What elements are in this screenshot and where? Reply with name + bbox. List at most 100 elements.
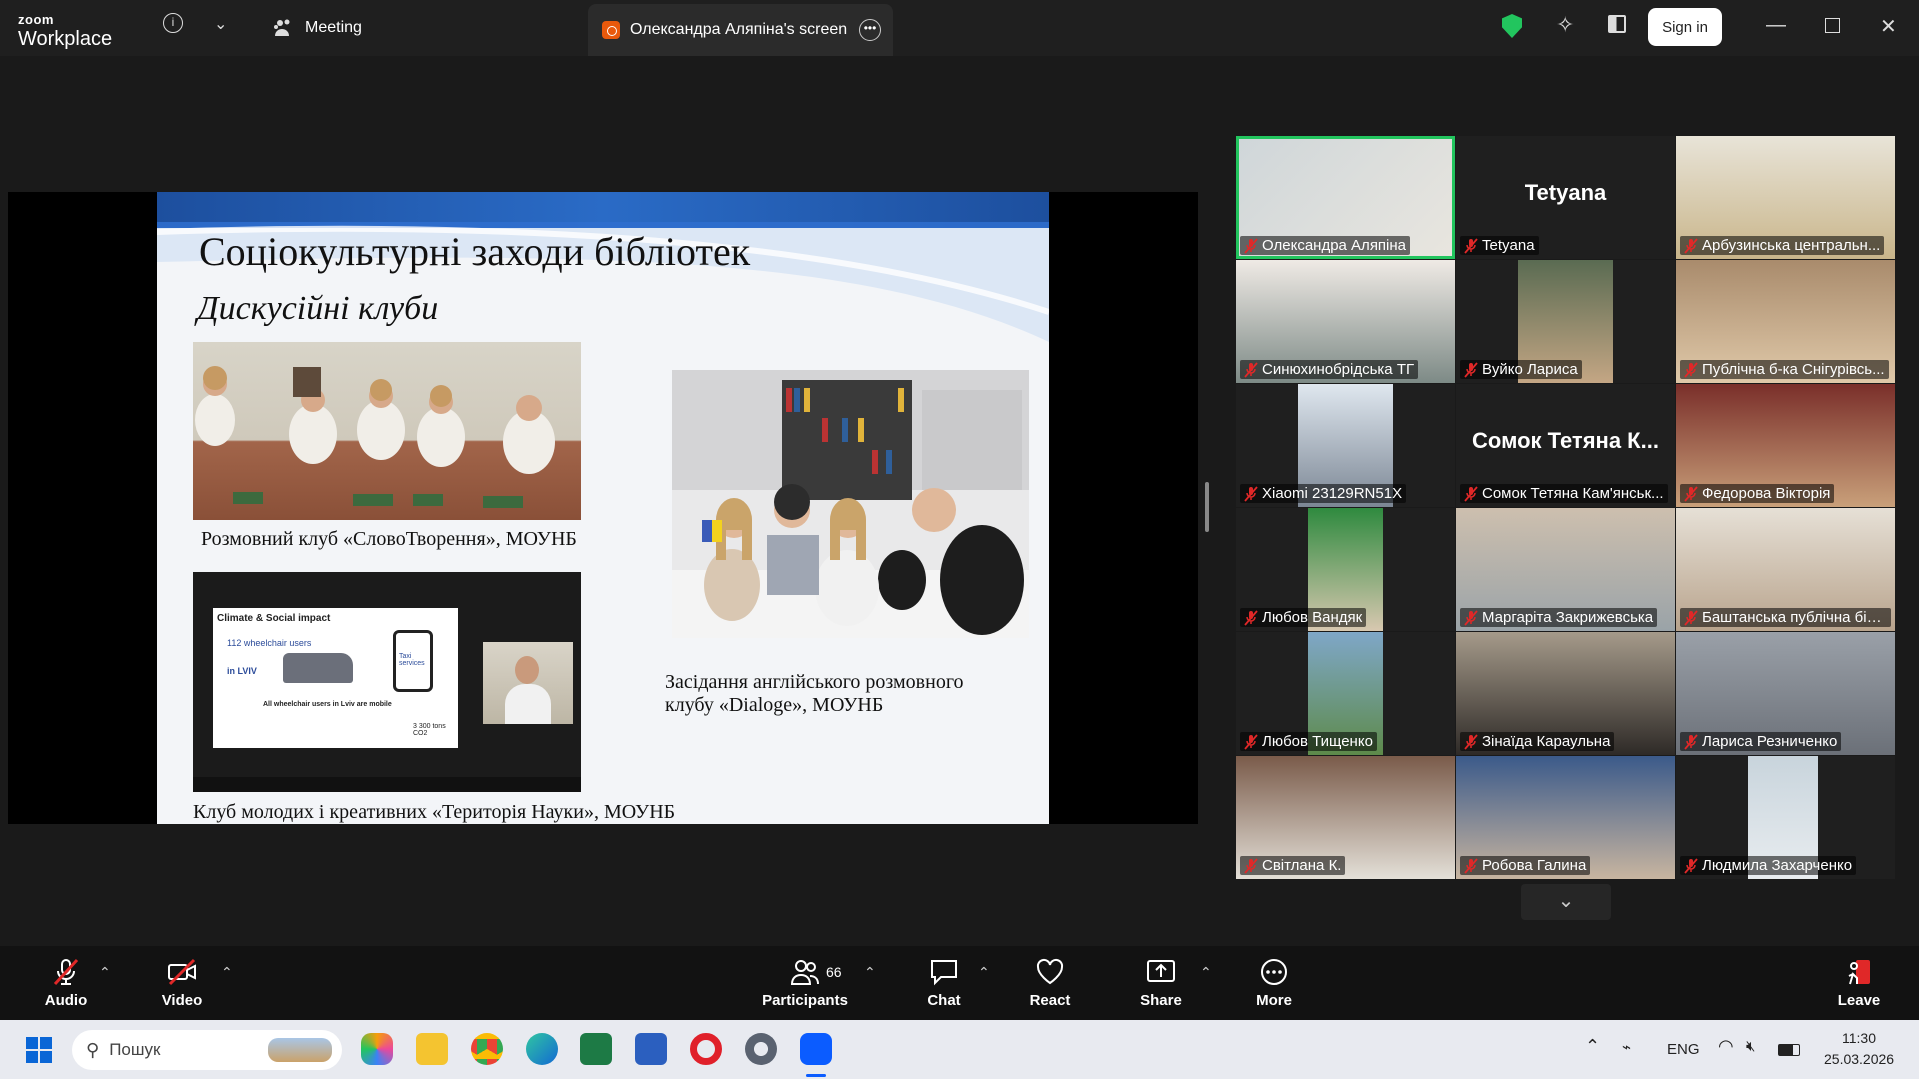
meeting-menu[interactable]: Meeting: [273, 18, 362, 38]
settings-gear-icon[interactable]: [745, 1033, 777, 1065]
edge-icon[interactable]: [526, 1033, 558, 1065]
participant-tile[interactable]: Федорова Вікторія: [1676, 384, 1895, 507]
tray-chevron-up-icon[interactable]: ⌃: [1585, 1036, 1600, 1057]
participant-name-label: Лариса Резниченко: [1680, 732, 1842, 751]
muted-mic-icon: [1464, 486, 1478, 502]
participant-name: Олександра Аляпіна: [1262, 237, 1407, 254]
react-button[interactable]: React: [1020, 946, 1080, 1020]
ai-companion-icon[interactable]: ✧: [1556, 12, 1574, 38]
more-icon: [1261, 958, 1287, 985]
zoom-app-icon[interactable]: [800, 1033, 832, 1065]
participant-name: Сомок Тетяна Кам'янськ...: [1482, 485, 1664, 502]
logo-small-text: zoom: [18, 12, 54, 27]
opera-icon[interactable]: [690, 1033, 722, 1065]
search-highlight-image: [268, 1038, 332, 1062]
muted-mic-icon: [1684, 486, 1698, 502]
copilot-icon[interactable]: [361, 1033, 393, 1065]
participants-label: Participants: [762, 991, 848, 1009]
participant-tile[interactable]: Олександра Аляпіна: [1236, 136, 1455, 259]
meeting-toolbar: Audio ⌃ Video ⌃ Participants 66 ⌃ Chat ⌃…: [0, 946, 1919, 1020]
leave-label: Leave: [1837, 991, 1881, 1009]
share-tab-label: Олександра Аляпіна's screen: [630, 21, 848, 38]
chat-button[interactable]: Chat: [914, 946, 974, 1020]
taskbar-search[interactable]: ⚲ Пошук: [72, 1030, 342, 1070]
scroll-down-icon[interactable]: ⌄: [1521, 884, 1611, 920]
video-label: Video: [161, 991, 203, 1009]
caption-2-line1: Засідання англійського розмовного: [665, 671, 964, 693]
participant-tile[interactable]: Арбузинська центральн...: [1676, 136, 1895, 259]
clock-time[interactable]: 11:30: [1842, 1030, 1876, 1046]
participant-tile[interactable]: Xiaomi 23129RN51X: [1236, 384, 1455, 507]
screen-share-tab[interactable]: Олександра Аляпіна's screen •••: [588, 4, 893, 56]
participant-name-label: Людмила Захарченко: [1680, 856, 1857, 875]
participant-tile[interactable]: Людмила Захарченко: [1676, 756, 1895, 879]
participant-tile[interactable]: Синюхинобрідська ТГ: [1236, 260, 1455, 383]
zoom-active-indicator: [806, 1074, 826, 1077]
participant-tile[interactable]: Tetyana Tetyana: [1456, 136, 1675, 259]
restore-icon[interactable]: [1825, 18, 1840, 33]
inner-slide: Climate & Social impact 112 wheelchair u…: [213, 608, 458, 748]
encryption-shield-icon[interactable]: [1502, 14, 1522, 38]
muted-mic-icon: [1684, 858, 1698, 874]
share-button[interactable]: Share: [1131, 946, 1191, 1020]
participant-name-label: Зінаїда Караульна: [1460, 732, 1615, 751]
wifi-icon[interactable]: ◠: [1718, 1036, 1734, 1057]
windows-taskbar: ⚲ Пошук ⌃ ⌁ ENG ◠ 🔇︎ 11:30 25.03.2026: [0, 1020, 1919, 1079]
participant-display-name: Сомок Тетяна К...: [1472, 428, 1659, 453]
volume-muted-icon[interactable]: 🔇︎: [1746, 1038, 1755, 1055]
clock-date[interactable]: 25.03.2026: [1824, 1051, 1894, 1067]
chat-options-caret-icon[interactable]: ⌃: [978, 964, 990, 981]
participants-button[interactable]: Participants: [757, 946, 853, 1020]
participant-tile[interactable]: Вуйко Лариса: [1456, 260, 1675, 383]
muted-mic-icon: [1684, 610, 1698, 626]
participant-name: Любов Вандяк: [1262, 609, 1363, 626]
share-options-caret-icon[interactable]: ⌃: [1200, 964, 1212, 981]
participant-tile[interactable]: Сомок Тетяна К... Сомок Тетяна Кам'янськ.…: [1456, 384, 1675, 507]
club-photo-3: Climate & Social impact 112 wheelchair u…: [193, 572, 581, 792]
audio-button[interactable]: Audio: [36, 946, 96, 1020]
participant-name: Робова Галина: [1482, 857, 1587, 874]
inner-van: [283, 653, 353, 683]
participant-display-name: Tetyana: [1524, 180, 1607, 205]
splitter-handle[interactable]: [1205, 482, 1209, 532]
participant-tile[interactable]: Публічна б-ка Снігурівсь...: [1676, 260, 1895, 383]
more-options-icon[interactable]: •••: [859, 19, 881, 41]
participant-tile[interactable]: Світлана К.: [1236, 756, 1455, 879]
caption-3: Клуб молодих і креативних «Територія Нау…: [193, 801, 676, 823]
excel-icon[interactable]: [580, 1033, 612, 1065]
participant-name-label: Вуйко Лариса: [1460, 360, 1582, 379]
participant-tile[interactable]: Маргаріта Закрижевська: [1456, 508, 1675, 631]
participant-name-label: Любов Вандяк: [1240, 608, 1367, 627]
battery-icon[interactable]: [1778, 1044, 1800, 1056]
sign-in-button[interactable]: Sign in: [1648, 8, 1722, 46]
participant-tile[interactable]: Лариса Резниченко: [1676, 632, 1895, 755]
participant-tile[interactable]: Робова Галина: [1456, 756, 1675, 879]
minimize-icon[interactable]: —: [1766, 14, 1786, 37]
participant-tile[interactable]: Любов Тищенко: [1236, 632, 1455, 755]
participant-tile[interactable]: Зінаїда Караульна: [1456, 632, 1675, 755]
participant-name-label: Маргаріта Закрижевська: [1460, 608, 1658, 627]
participant-tile[interactable]: Любов Вандяк: [1236, 508, 1455, 631]
language-indicator[interactable]: ENG: [1667, 1041, 1700, 1058]
more-button[interactable]: More: [1244, 946, 1304, 1020]
participants-count: 66: [826, 964, 842, 980]
chrome-icon[interactable]: [471, 1033, 503, 1065]
view-layout-icon[interactable]: [1608, 15, 1626, 33]
file-explorer-icon[interactable]: [416, 1033, 448, 1065]
audio-options-caret-icon[interactable]: ⌃: [99, 964, 111, 981]
word-icon[interactable]: [635, 1033, 667, 1065]
windows-start-icon[interactable]: [26, 1037, 52, 1063]
participant-tile[interactable]: Баштанська публічна біб...: [1676, 508, 1895, 631]
participant-name: Федорова Вікторія: [1702, 485, 1831, 502]
chevron-down-icon[interactable]: ⌄: [214, 14, 227, 34]
video-button[interactable]: Video: [152, 946, 212, 1020]
network-status-icon[interactable]: ⌁: [1622, 1038, 1631, 1056]
video-options-caret-icon[interactable]: ⌃: [221, 964, 233, 981]
caption-2-line2: клубу «Dialoge», МОУНБ: [665, 694, 884, 716]
muted-mic-icon: [1464, 610, 1478, 626]
close-icon[interactable]: ✕: [1880, 14, 1897, 39]
info-icon[interactable]: i: [163, 13, 183, 33]
participant-name-label: Xiaomi 23129RN51X: [1240, 484, 1407, 503]
participants-options-caret-icon[interactable]: ⌃: [864, 964, 876, 981]
leave-button[interactable]: Leave: [1829, 946, 1889, 1020]
